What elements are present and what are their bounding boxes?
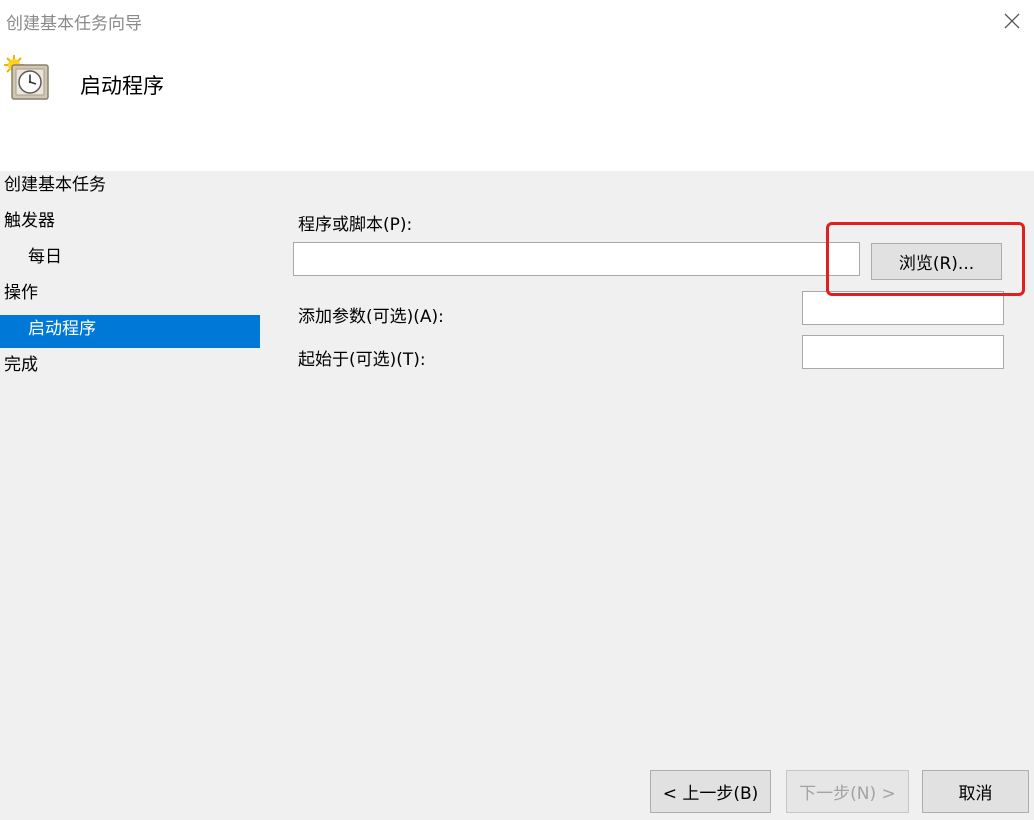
sidebar-item-action: 操作: [0, 279, 260, 312]
arguments-input[interactable]: [802, 291, 1004, 325]
sidebar-item-label: 启动程序: [28, 319, 96, 339]
next-button-label: 下一步(N) >: [799, 784, 896, 804]
close-button[interactable]: [990, 0, 1034, 42]
back-button[interactable]: < 上一步(B): [650, 770, 771, 813]
wizard-header: 启动程序: [0, 44, 1034, 171]
cancel-button[interactable]: 取消: [922, 770, 1029, 813]
sidebar-item-label: 完成: [4, 355, 38, 375]
sidebar-item-label: 触发器: [4, 211, 55, 231]
page-title: 启动程序: [80, 74, 164, 98]
back-button-label: < 上一步(B): [662, 784, 759, 804]
title-bar: 创建基本任务向导: [0, 0, 1034, 44]
window-title: 创建基本任务向导: [6, 14, 142, 34]
task-scheduler-clock-icon: [4, 55, 49, 100]
wizard-content: 创建基本任务 触发器 每日 操作 启动程序 完成 程序或脚本(P): 浏览(R)…: [0, 171, 1034, 820]
sidebar-item-label: 每日: [28, 247, 62, 267]
start-in-input[interactable]: [802, 335, 1004, 369]
cancel-button-label: 取消: [958, 784, 993, 804]
sidebar-item-label: 操作: [4, 283, 38, 303]
browse-button-label: 浏览(R)...: [898, 254, 975, 274]
start-in-label: 起始于(可选)(T):: [298, 350, 426, 370]
sidebar-item-label: 创建基本任务: [4, 175, 106, 195]
close-icon: [1004, 13, 1020, 29]
next-button: 下一步(N) >: [786, 770, 909, 813]
sidebar-item-finish: 完成: [0, 351, 260, 384]
sidebar-item-trigger: 触发器: [0, 207, 260, 240]
arguments-label: 添加参数(可选)(A):: [298, 307, 444, 327]
sidebar-item-start-program: 启动程序: [0, 315, 260, 348]
program-label: 程序或脚本(P):: [298, 215, 413, 235]
sidebar-item-create-basic-task: 创建基本任务: [0, 171, 260, 204]
sidebar-item-daily: 每日: [0, 243, 260, 276]
browse-button[interactable]: 浏览(R)...: [871, 243, 1002, 280]
program-input[interactable]: [293, 242, 860, 276]
